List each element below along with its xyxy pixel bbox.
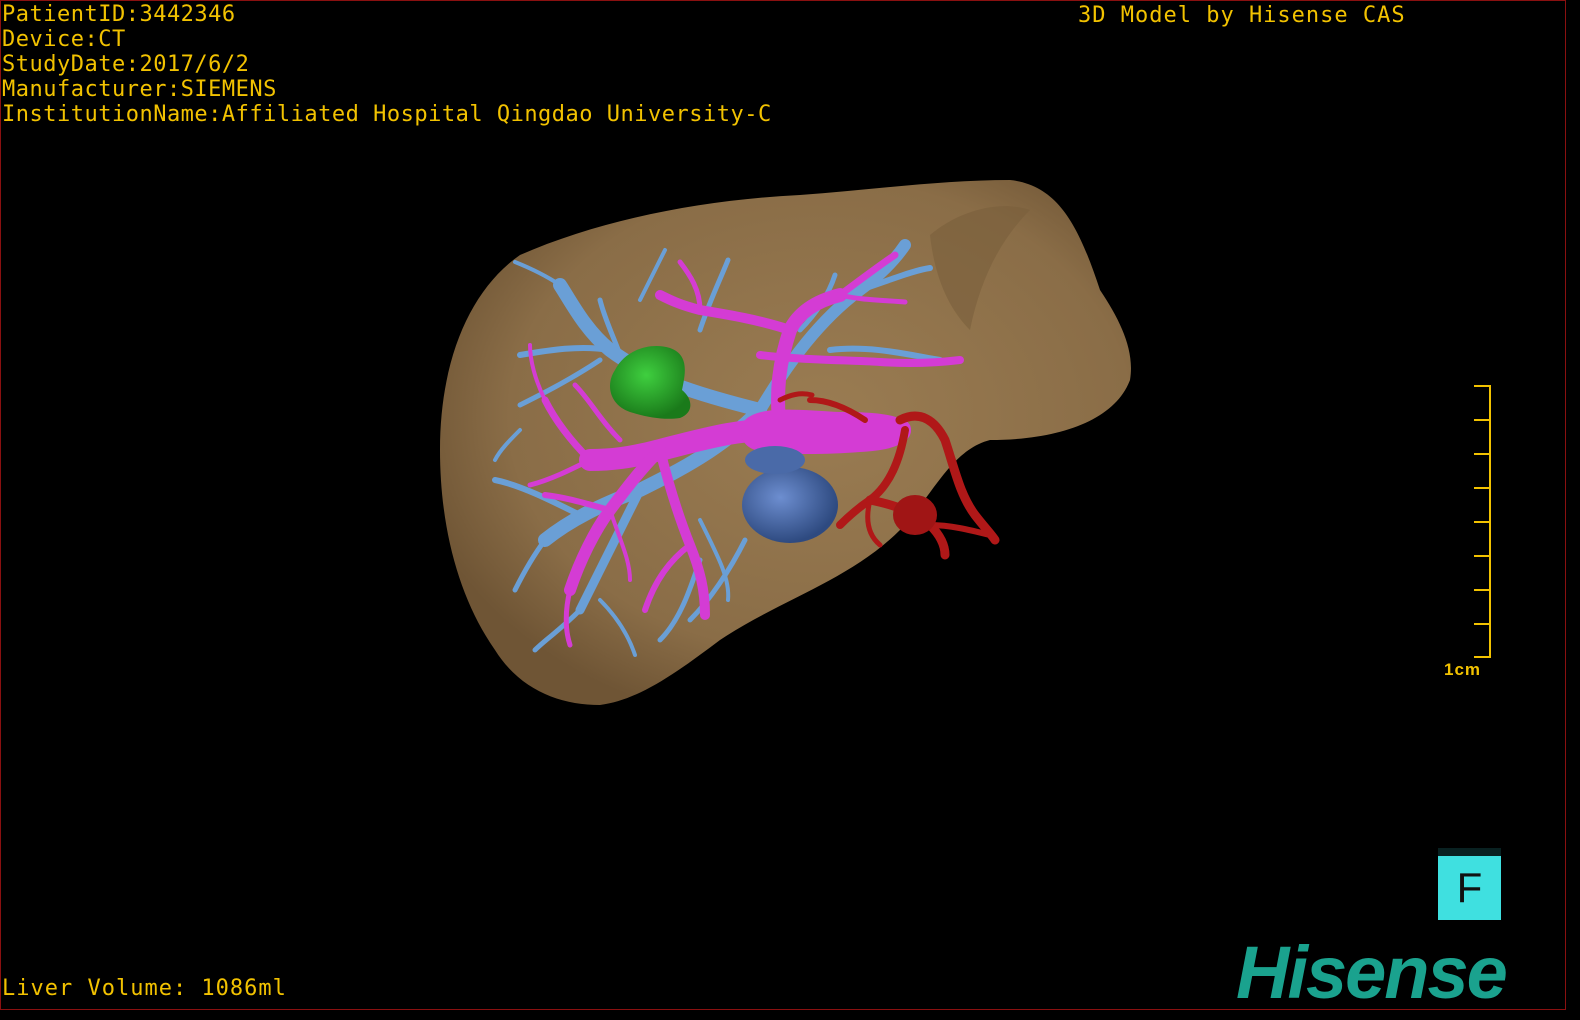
hisense-logo: Hisense (1236, 931, 1508, 1014)
institution-name: InstitutionName:Affiliated Hospital Qing… (2, 102, 772, 127)
scale-bar (1474, 385, 1491, 658)
device-label: Device:CT (2, 27, 126, 52)
patient-info-overlay: PatientID:3442346 Device:CT StudyDate:20… (2, 2, 772, 127)
study-date: StudyDate:2017/6/2 (2, 52, 250, 77)
3d-liver-viewport[interactable] (0, 0, 1580, 1020)
artery-cluster (893, 495, 937, 535)
model-credit: 3D Model by Hisense CAS (1078, 3, 1406, 28)
orientation-front-button[interactable]: F (1438, 848, 1501, 920)
liver-volume: Liver Volume: 1086ml (2, 976, 287, 1001)
gallbladder-neck (745, 446, 805, 474)
patient-id: PatientID:3442346 (2, 2, 236, 27)
scale-bar-label: 1cm (1444, 660, 1482, 679)
manufacturer: Manufacturer:SIEMENS (2, 77, 277, 102)
gallbladder-model (742, 467, 838, 543)
